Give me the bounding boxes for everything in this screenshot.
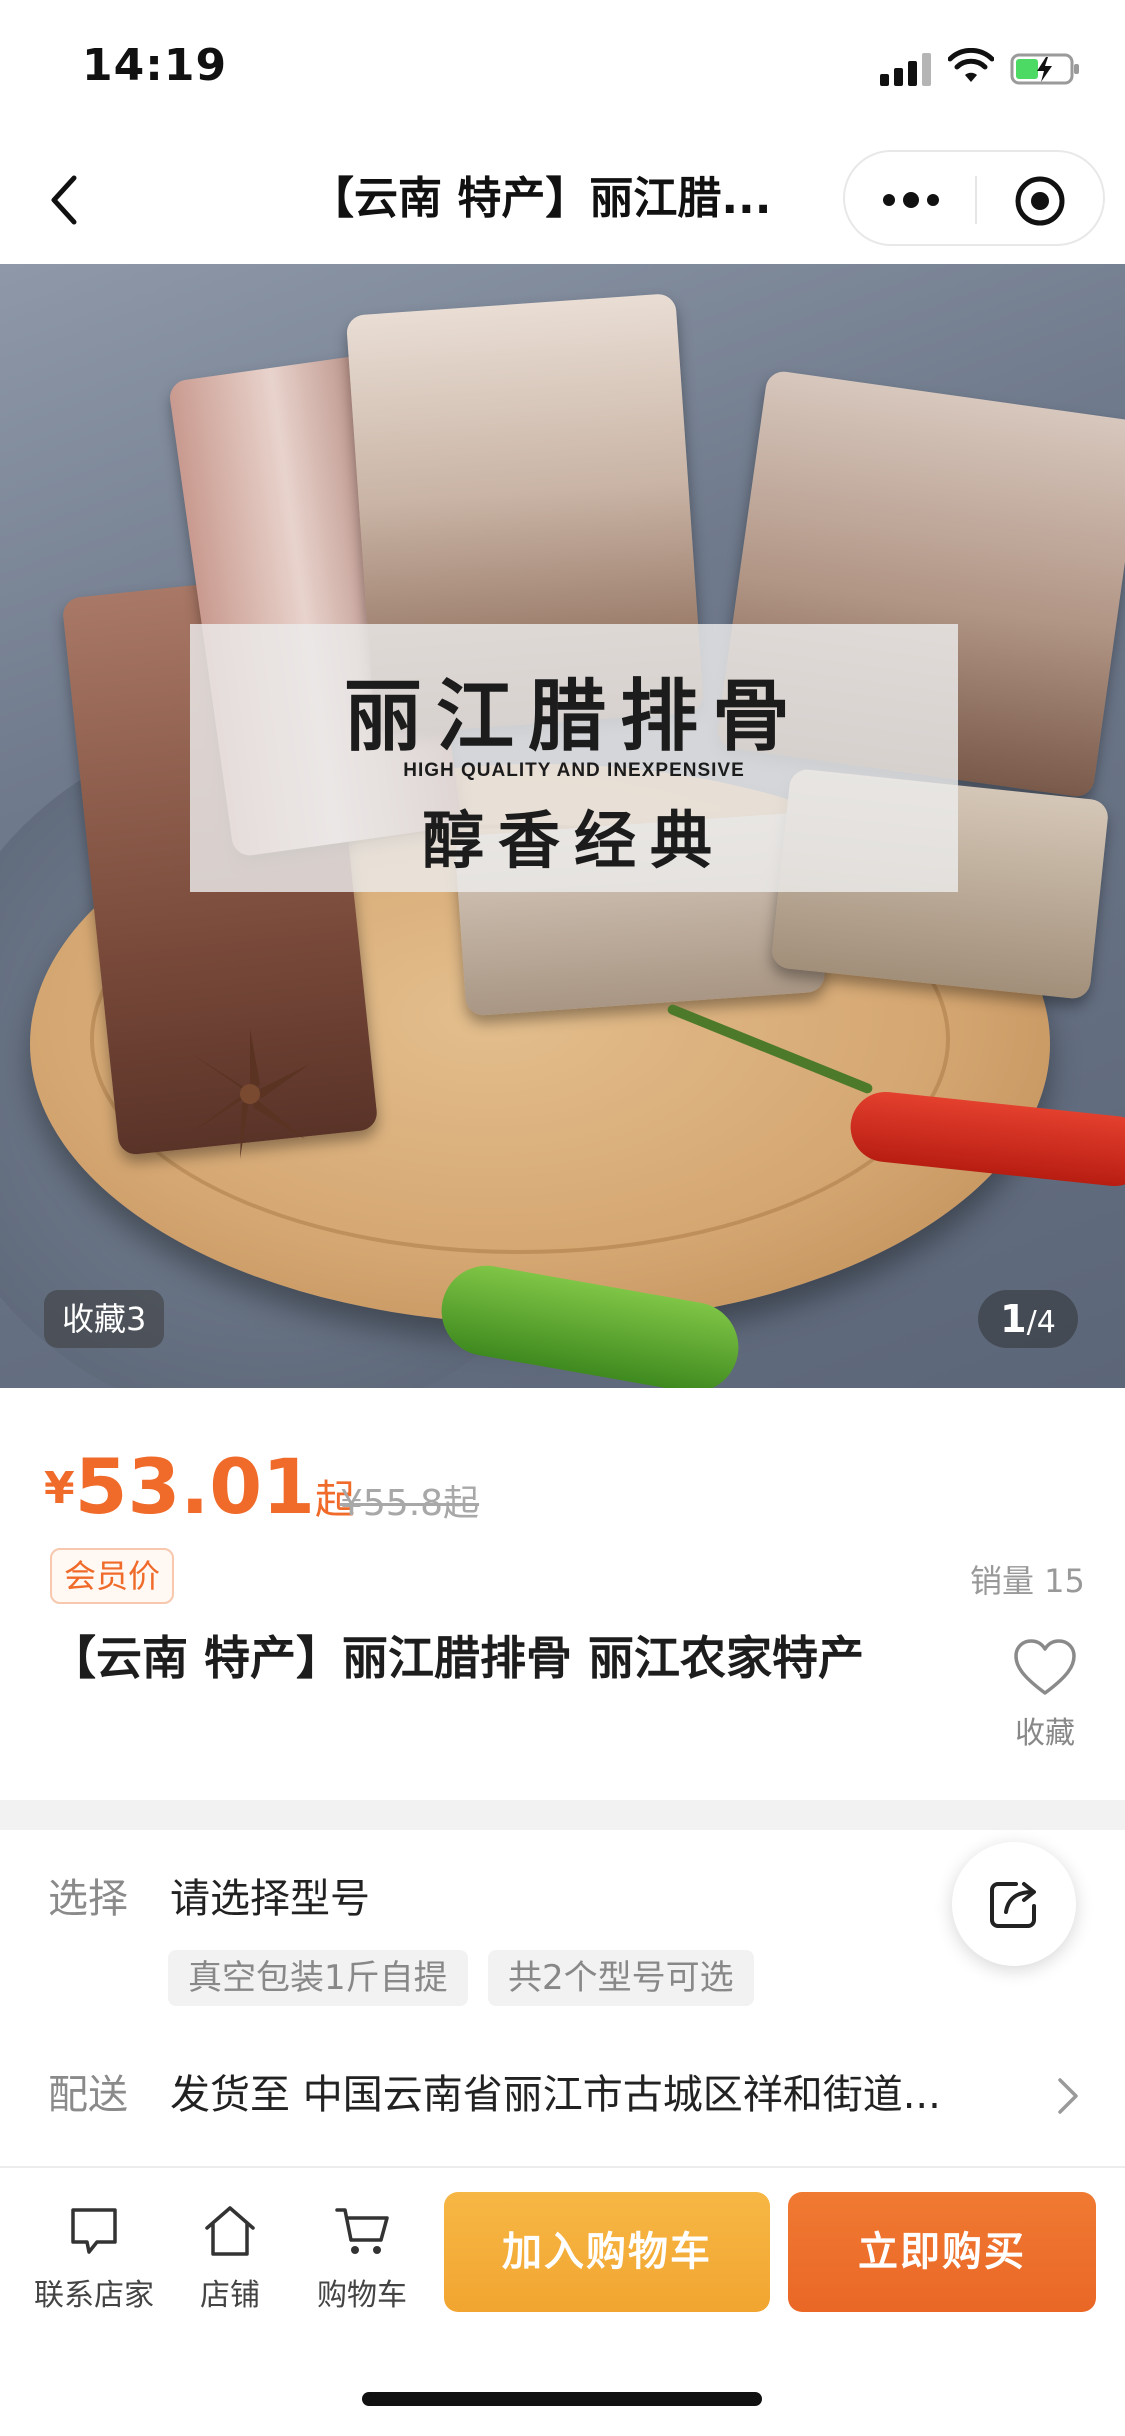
home-store-icon [205, 2206, 255, 2256]
image-pager: 1/4 [978, 1290, 1078, 1348]
sales-count: 销量 15 [970, 1562, 1085, 1600]
mini-program-capsule [843, 150, 1105, 246]
buy-now-button[interactable]: 立即购买 [788, 2192, 1096, 2312]
original-price: ¥55.8起 [340, 1483, 480, 1524]
current-price: ¥53.01起 [44, 1442, 355, 1531]
heart-icon [1014, 1639, 1076, 1695]
product-image-carousel[interactable]: 丽江腊排骨 HIGH QUALITY AND INEXPENSIVE 醇香经典 … [0, 264, 1125, 1388]
variant-chip[interactable]: 真空包装1斤自提 [168, 1950, 468, 2006]
cart-label: 购物车 [317, 2278, 407, 2313]
battery-charging-icon [1010, 53, 1079, 85]
contact-shop-button[interactable]: 联系店家 [24, 2202, 164, 2313]
select-model-row[interactable]: 请选择型号 [170, 1866, 370, 1924]
section-divider [0, 1800, 1125, 1830]
cellular-signal-icon [880, 52, 932, 86]
close-miniprogram-icon[interactable] [1013, 174, 1067, 228]
collect-label: 收藏 [1015, 1716, 1075, 1751]
chat-icon [71, 2208, 117, 2254]
star-anise-icon [190, 1029, 310, 1159]
chevron-right-icon[interactable] [1056, 2076, 1080, 2116]
add-to-cart-button[interactable]: 加入购物车 [444, 2192, 770, 2312]
store-button[interactable]: 店铺 [160, 2202, 300, 2313]
select-label: 选择 [48, 1876, 128, 1922]
pager-total: /4 [1026, 1305, 1056, 1340]
member-price-badge: 会员价 [50, 1548, 175, 1604]
shipping-address[interactable]: 发货至 中国云南省丽江市古城区祥和街道... [170, 2062, 980, 2120]
cart-icon [335, 2208, 389, 2254]
share-icon [990, 1882, 1036, 1928]
nav-bar: 【云南 特产】丽江腊... [0, 132, 1125, 264]
nav-title: 【云南 特产】丽江腊... [310, 173, 772, 224]
currency-symbol: ¥ [44, 1463, 75, 1514]
share-button[interactable] [952, 1842, 1076, 1966]
price-section: ¥53.01起 ¥55.8起 会员价 销量 15 【云南 特产】丽江腊排骨 丽江… [0, 1388, 1125, 1800]
capsule-divider [975, 176, 977, 224]
more-options-icon[interactable] [881, 184, 941, 216]
favorites-count-badge: 收藏3 [44, 1290, 165, 1348]
pager-current: 1 [1000, 1297, 1027, 1341]
banner-tagline: 醇香经典 [421, 804, 726, 877]
home-indicator [362, 2392, 762, 2406]
back-arrow-icon[interactable] [40, 170, 90, 230]
status-time: 14:19 [82, 40, 228, 91]
variant-count-chip[interactable]: 共2个型号可选 [488, 1950, 754, 2006]
contact-shop-label: 联系店家 [34, 2278, 154, 2313]
product-banner: 丽江腊排骨 HIGH QUALITY AND INEXPENSIVE 醇香经典 [190, 624, 958, 892]
product-title: 【云南 特产】丽江腊排骨 丽江农家特产 [50, 1631, 865, 1685]
shipping-label: 配送 [48, 2072, 128, 2118]
wifi-icon [948, 48, 994, 82]
store-label: 店铺 [200, 2278, 260, 2313]
banner-title: 丽江腊排骨 [343, 672, 804, 762]
status-bar: 14:19 [0, 0, 1125, 132]
cart-tab-button[interactable]: 购物车 [292, 2202, 432, 2313]
collect-button[interactable]: 收藏 [1000, 1638, 1090, 1768]
banner-subtitle: HIGH QUALITY AND INEXPENSIVE [403, 760, 745, 781]
price-value: 53.01 [74, 1442, 316, 1531]
